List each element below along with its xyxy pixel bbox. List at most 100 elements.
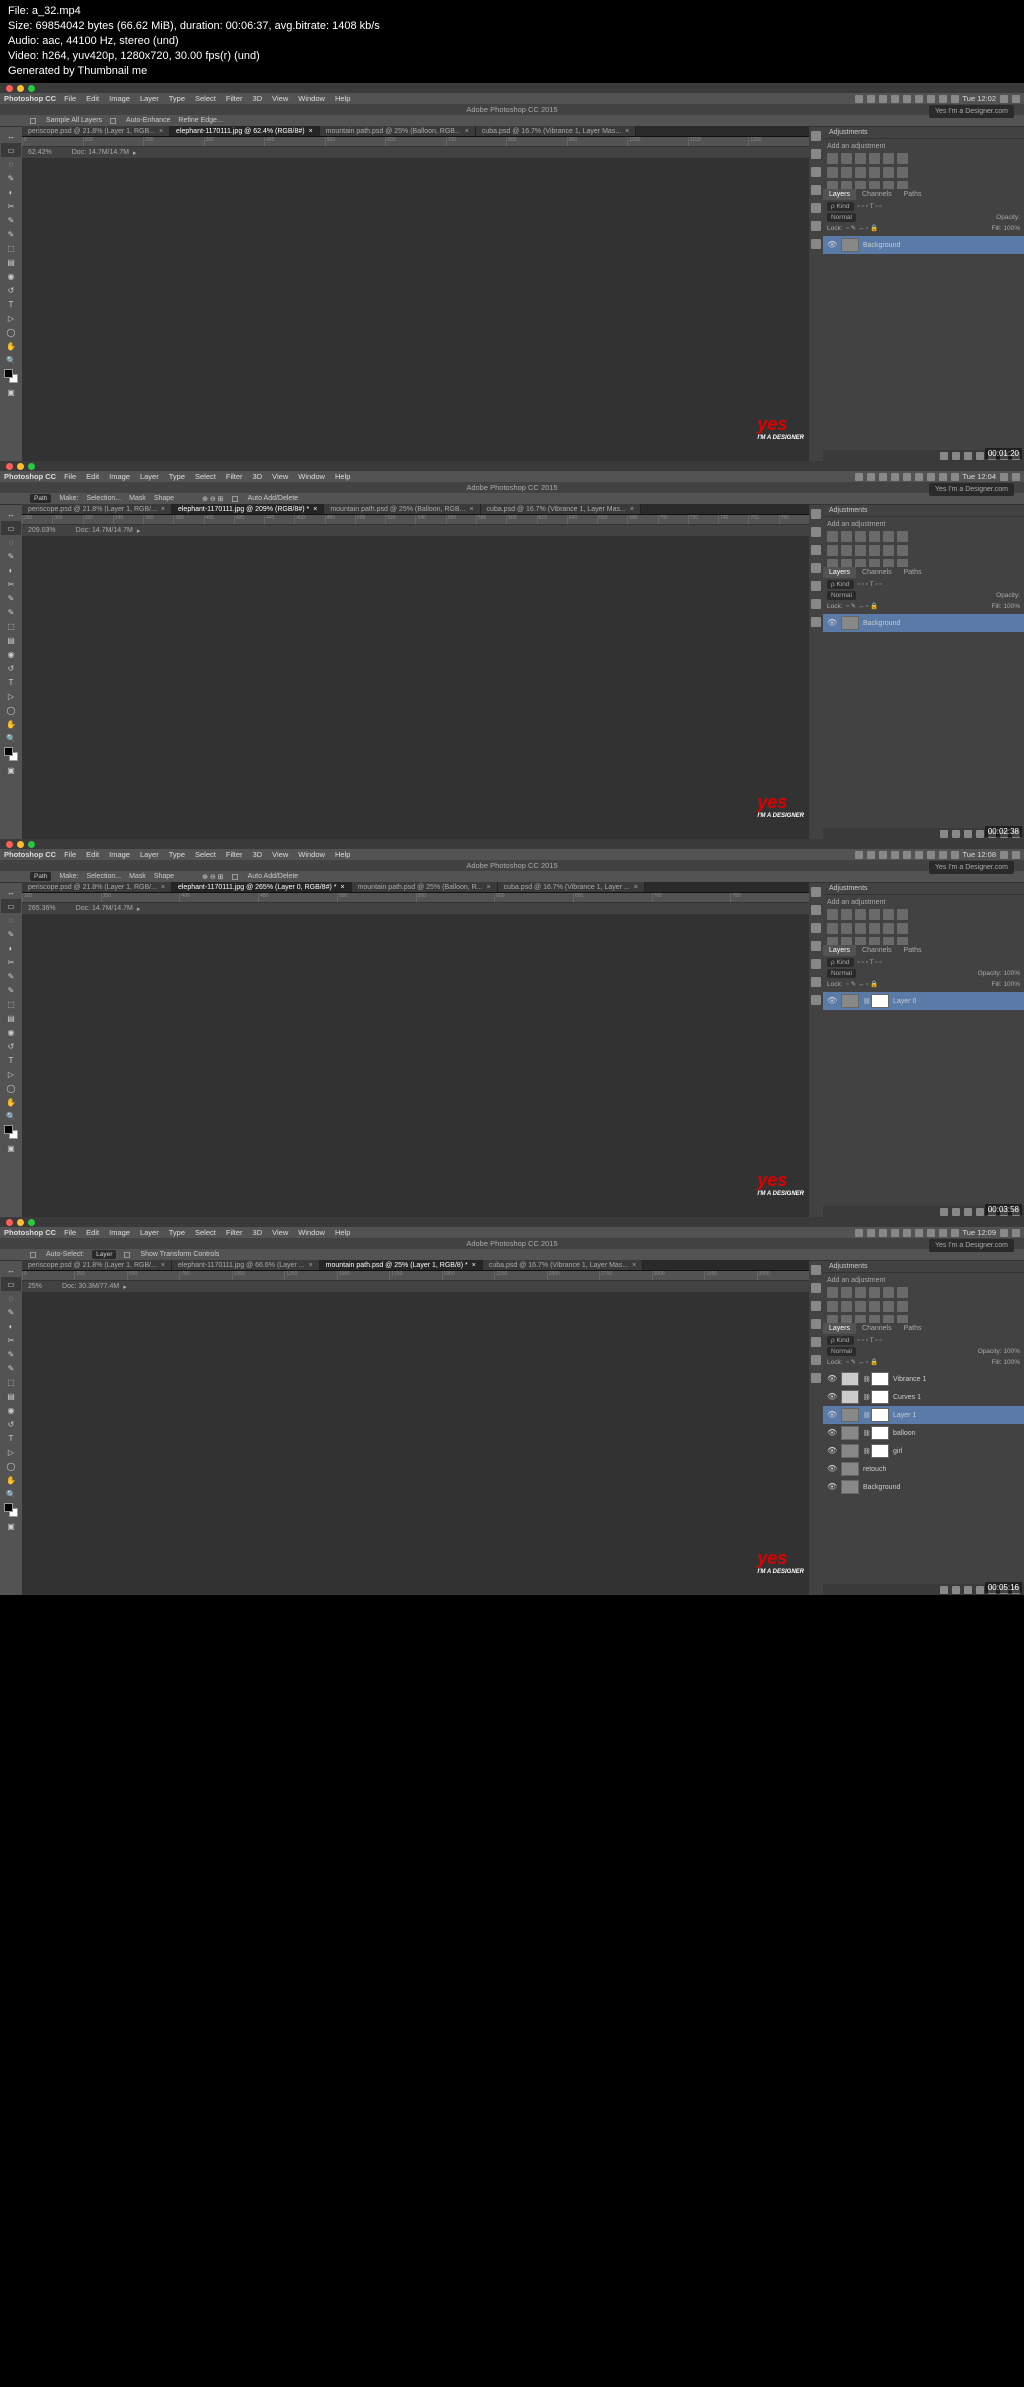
panel-icon[interactable] [811,1301,821,1311]
status-icon[interactable] [891,95,899,103]
tool-12[interactable]: T [1,1053,21,1067]
panel-tab[interactable]: Layers [823,1323,856,1334]
adjustment-icon[interactable] [827,153,838,164]
adjustment-icon[interactable] [827,923,838,934]
blend-mode[interactable]: Normal [827,969,856,978]
adjustment-icon[interactable] [897,545,908,556]
adjustment-icon[interactable] [855,531,866,542]
panel-icon[interactable] [811,1283,821,1293]
menu-layer[interactable]: Layer [140,94,159,103]
menu-help[interactable]: Help [335,1228,350,1237]
tool-2[interactable]: ◌ [1,913,21,927]
menu-3d[interactable]: 3D [253,94,263,103]
layer-thumbnail[interactable] [841,1462,859,1476]
adjustment-icon[interactable] [855,1287,866,1298]
menu-select[interactable]: Select [195,94,216,103]
chevron-right-icon[interactable]: ▸ [137,527,141,535]
menu-3d[interactable]: 3D [253,472,263,481]
document-tab[interactable]: mountain path.psd @ 25% (Balloon, RGB...… [324,504,480,514]
menu-window[interactable]: Window [298,94,325,103]
layer-mask[interactable] [871,1390,889,1404]
document-tab[interactable]: cuba.psd @ 16.7% (Vibrance 1, Layer Mas.… [476,126,636,136]
document-tab[interactable]: cuba.psd @ 16.7% (Vibrance 1, Layer ...× [498,882,645,892]
menu-edit[interactable]: Edit [86,850,99,859]
panel-icon[interactable] [811,1319,821,1329]
close-icon[interactable]: × [632,1262,636,1269]
tool-10[interactable]: ◉ [1,647,21,661]
panel-icon[interactable] [811,167,821,177]
chevron-right-icon[interactable]: ▸ [137,905,141,913]
adjustment-icon[interactable] [841,923,852,934]
color-swatch[interactable] [4,747,18,761]
status-icon[interactable] [879,1229,887,1237]
tool-0[interactable]: ↔ [1,1263,21,1277]
menu-select[interactable]: Select [195,1228,216,1237]
adjustment-icon[interactable] [897,1287,908,1298]
layer-action-icon[interactable] [940,1208,948,1216]
menu-filter[interactable]: Filter [226,472,243,481]
tool-1[interactable]: ▭ [1,143,21,157]
close-icon[interactable]: × [161,1262,165,1269]
canvas-area[interactable]: 0100200300400500600700800900100011001200 [22,137,809,147]
panel-icon[interactable] [811,887,821,897]
status-icon[interactable] [951,473,959,481]
panel-icon[interactable] [811,527,821,537]
tool-10[interactable]: ◉ [1,1025,21,1039]
menu-icon[interactable] [1012,95,1020,103]
status-icon[interactable] [855,851,863,859]
panel-tab[interactable]: Layers [823,189,856,200]
adjustment-icon[interactable] [883,1301,894,1312]
layer-row[interactable]: 👁⛓Layer 1 [823,1406,1024,1424]
tool-0[interactable]: ↔ [1,507,21,521]
tool-6[interactable]: ✎ [1,213,21,227]
close-icon[interactable]: × [469,506,473,513]
close-button[interactable] [6,1219,13,1226]
layer-thumbnail[interactable] [841,1480,859,1494]
layer-row[interactable]: 👁Background [823,614,1024,632]
tool-1[interactable]: ▭ [1,1277,21,1291]
tool-16[interactable]: 🔍 [1,353,21,367]
panel-icon[interactable] [811,581,821,591]
tool-4[interactable]: ◐ [1,563,21,577]
canvas-area[interactable]: 0250500750100012501500175020002250250027… [22,1271,809,1281]
search-icon[interactable] [1000,851,1008,859]
adjustment-icon[interactable] [855,1301,866,1312]
status-icon[interactable] [879,95,887,103]
tool-15[interactable]: ✋ [1,339,21,353]
minimize-button[interactable] [17,841,24,848]
maximize-button[interactable] [28,841,35,848]
close-button[interactable] [6,85,13,92]
tool-16[interactable]: 🔍 [1,1109,21,1123]
status-icon[interactable] [891,473,899,481]
adjustment-icon[interactable] [855,167,866,178]
panel-icon[interactable] [811,1337,821,1347]
close-button[interactable] [6,463,13,470]
search-icon[interactable] [1000,473,1008,481]
adjustment-icon[interactable] [883,923,894,934]
adjustment-icon[interactable] [897,923,908,934]
status-icon[interactable] [855,473,863,481]
layer-row[interactable]: 👁retouch [823,1460,1024,1478]
menu-view[interactable]: View [272,1228,288,1237]
status-icon[interactable] [927,473,935,481]
panel-icon[interactable] [811,941,821,951]
adjustment-icon[interactable] [855,153,866,164]
link-icon[interactable]: ⛓ [863,998,871,1005]
quickmask-icon[interactable]: ▣ [1,1519,21,1533]
adjustment-icon[interactable] [869,531,880,542]
menu-file[interactable]: File [64,1228,76,1237]
layer-thumbnail[interactable] [841,1408,859,1422]
canvas-area[interactable]: 300350400450500550600650700750 [22,893,809,903]
tool-0[interactable]: ↔ [1,885,21,899]
menu-image[interactable]: Image [109,94,130,103]
zoom-level[interactable]: 209.03% [28,527,56,534]
panel-tab[interactable]: Channels [856,189,898,200]
status-icon[interactable] [903,851,911,859]
menu-window[interactable]: Window [298,1228,325,1237]
status-icon[interactable] [891,851,899,859]
tool-8[interactable]: ⬚ [1,241,21,255]
layer-thumbnail[interactable] [841,238,859,252]
panel-tab[interactable]: Channels [856,567,898,578]
adjustment-icon[interactable] [869,545,880,556]
panel-icon[interactable] [811,185,821,195]
